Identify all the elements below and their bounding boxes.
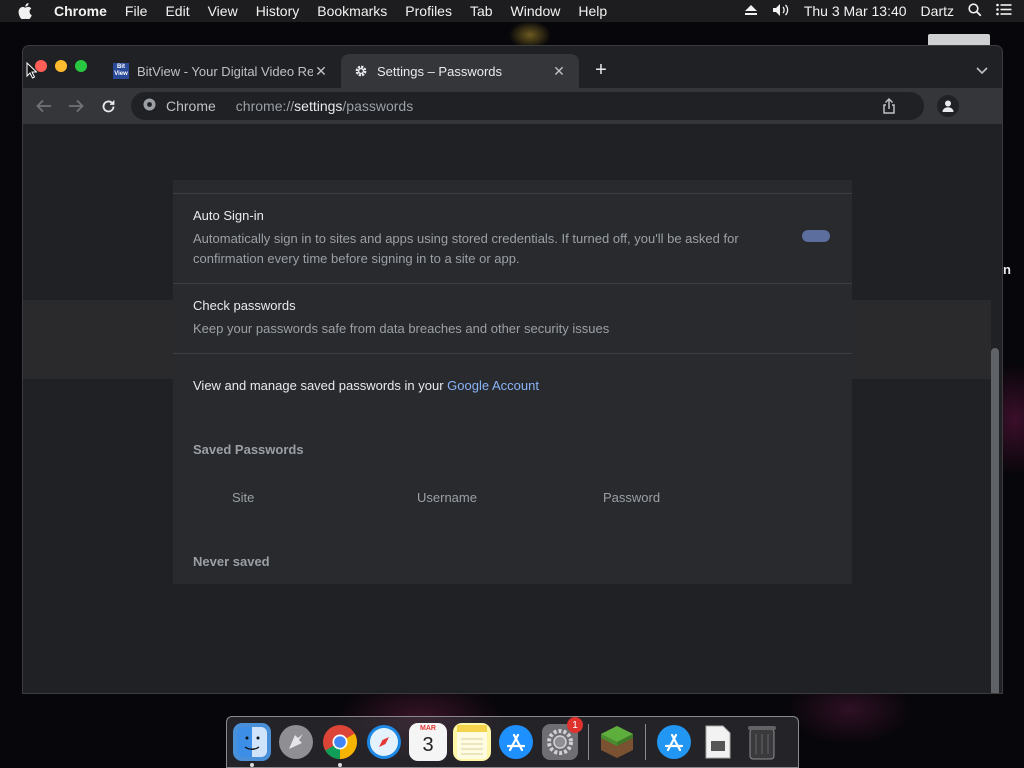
eject-icon[interactable] [744, 3, 758, 19]
app-store-downloads-icon[interactable] [655, 723, 693, 761]
menu-app-name[interactable]: Chrome [54, 3, 107, 19]
tab-search-chevron-icon[interactable] [976, 62, 988, 80]
calendar-day: 3 [422, 734, 434, 756]
share-icon[interactable] [882, 97, 896, 117]
spotlight-search-icon[interactable] [968, 2, 982, 20]
window-controls [35, 60, 87, 72]
auto-signin-row[interactable]: Auto Sign-in Automatically sign in to si… [173, 194, 852, 284]
forward-arrow-icon[interactable] [66, 96, 86, 116]
site-chip-label: Chrome [166, 98, 216, 114]
scrollbar-thumb[interactable] [991, 348, 999, 693]
chrome-window: Bit View BitView - Your Digital Video Re… [23, 46, 1002, 693]
tab-strip: Bit View BitView - Your Digital Video Re… [23, 46, 1002, 88]
notification-center-icon[interactable] [996, 3, 1012, 19]
close-tab-icon[interactable]: ✕ [313, 63, 329, 80]
check-passwords-description: Keep your passwords safe from data breac… [193, 321, 610, 336]
volume-icon[interactable] [772, 3, 790, 20]
saved-passwords-heading: Saved Passwords [193, 442, 304, 457]
site-chip[interactable]: Chrome [143, 98, 216, 114]
bitview-favicon: Bit View [113, 63, 129, 79]
file-icon[interactable] [699, 723, 737, 761]
manage-passwords-text: View and manage saved passwords in your [193, 378, 448, 393]
menu-edit[interactable]: Edit [165, 3, 189, 19]
menu-bar: Chrome File Edit View History Bookmarks … [0, 0, 1024, 22]
gear-icon [353, 63, 369, 79]
menu-bookmarks[interactable]: Bookmarks [317, 3, 387, 19]
user-name[interactable]: Dartz [921, 3, 954, 19]
url-scheme: chrome:// [235, 98, 295, 114]
zoom-window-button[interactable] [75, 60, 87, 72]
dock-separator [588, 724, 589, 760]
menu-tab[interactable]: Tab [470, 3, 493, 19]
notification-badge: 1 [567, 717, 583, 733]
new-tab-button[interactable]: + [591, 59, 611, 82]
tab-title: BitView - Your Digital Video Re [137, 63, 313, 79]
apple-menu-icon[interactable] [18, 3, 36, 19]
desktop-drive-icon[interactable] [928, 34, 990, 46]
calendar-icon[interactable]: MAR 3 [409, 723, 447, 761]
page-content: Auto Sign-in Automatically sign in to si… [23, 124, 1002, 693]
clock[interactable]: Thu 3 Mar 13:40 [804, 3, 907, 19]
address-bar[interactable]: Chrome chrome://settings/passwords [131, 92, 924, 120]
launchpad-icon[interactable] [277, 723, 315, 761]
mouse-cursor-icon [26, 61, 38, 84]
trash-icon[interactable] [743, 723, 781, 761]
column-header-username: Username [417, 490, 477, 505]
calendar-month: MAR [420, 725, 436, 732]
chrome-icon[interactable] [321, 723, 359, 767]
auto-signin-description: Automatically sign in to sites and apps … [193, 231, 739, 266]
menu-history[interactable]: History [256, 3, 300, 19]
close-tab-icon[interactable]: ✕ [551, 63, 567, 80]
menu-profiles[interactable]: Profiles [405, 3, 452, 19]
profile-avatar-icon[interactable] [937, 95, 959, 117]
menu-window[interactable]: Window [511, 3, 561, 19]
google-account-link[interactable]: Google Account [447, 378, 539, 393]
tab-bitview[interactable]: Bit View BitView - Your Digital Video Re… [101, 54, 341, 88]
passwords-settings-card: Auto Sign-in Automatically sign in to si… [173, 180, 852, 584]
url-path: /passwords [342, 98, 414, 114]
check-passwords-label: Check passwords [193, 298, 296, 313]
reload-icon[interactable] [98, 96, 118, 116]
card-divider [173, 180, 852, 194]
manage-passwords-row: View and manage saved passwords in your … [173, 354, 852, 417]
auto-signin-toggle[interactable] [802, 230, 830, 242]
system-preferences-icon[interactable]: 1 [541, 717, 583, 761]
column-header-password: Password [603, 490, 661, 505]
check-passwords-row[interactable]: Check passwords Keep your passwords safe… [173, 284, 852, 354]
finder-icon[interactable] [233, 723, 271, 767]
dock: MAR 3 1 [226, 716, 799, 768]
menu-file[interactable]: File [125, 3, 148, 19]
menu-help[interactable]: Help [578, 3, 607, 19]
minimize-window-button[interactable] [55, 60, 67, 72]
notes-icon[interactable] [453, 723, 491, 761]
browser-toolbar: Chrome chrome://settings/passwords [23, 88, 1002, 124]
back-arrow-icon[interactable] [34, 96, 54, 116]
running-indicator [338, 763, 342, 767]
safari-icon[interactable] [365, 723, 403, 761]
url-host: settings [294, 98, 343, 114]
never-saved-heading: Never saved [193, 554, 270, 569]
desktop-icon-label: n [1003, 262, 1011, 277]
tab-settings-passwords[interactable]: Settings – Passwords ✕ [341, 54, 579, 88]
menu-view[interactable]: View [208, 3, 238, 19]
dock-separator [645, 724, 646, 760]
status-area: Thu 3 Mar 13:40 Dartz [744, 0, 1012, 22]
app-store-icon[interactable] [497, 723, 535, 761]
tab-title: Settings – Passwords [377, 63, 503, 79]
auto-signin-label: Auto Sign-in [193, 208, 264, 223]
column-header-site: Site [232, 490, 255, 505]
running-indicator [250, 763, 254, 767]
chrome-logo-icon [143, 98, 156, 114]
minecraft-icon[interactable] [598, 723, 636, 761]
